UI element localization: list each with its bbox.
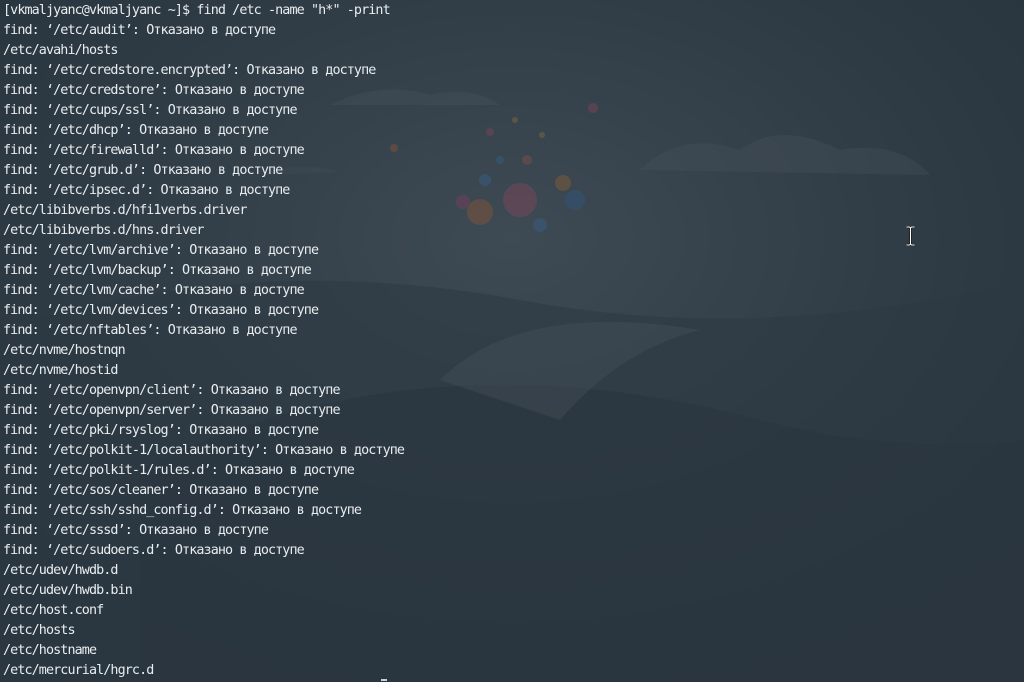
terminal-output-line: /etc/nvme/hostid bbox=[3, 363, 118, 378]
terminal-window[interactable]: [vkmaljyanc@vkmaljyanc ~]$ find /etc -na… bbox=[0, 0, 1024, 682]
terminal-output-line: find: ‘/etc/sos/cleaner’: Отказано в дос… bbox=[3, 483, 319, 498]
ibeam-cursor-icon bbox=[906, 226, 915, 246]
terminal-output-line: find: ‘/etc/ipsec.d’: Отказано в доступе bbox=[3, 183, 290, 198]
terminal-output-line: /etc/udev/hwdb.d bbox=[3, 563, 118, 578]
terminal-output-line: find: ‘/etc/dhcp’: Отказано в доступе bbox=[3, 123, 269, 138]
terminal-output-line: find: ‘/etc/openvpn/server’: Отказано в … bbox=[3, 403, 341, 418]
terminal-output-line: find: ‘/etc/pki/rsyslog’: Отказано в дос… bbox=[3, 423, 319, 438]
terminal-output-line: find: ‘/etc/nftables’: Отказано в доступ… bbox=[3, 323, 298, 338]
terminal-output-line: /etc/libibverbs.d/hns.driver bbox=[3, 223, 204, 238]
terminal-output-line: /etc/avahi/hosts bbox=[3, 43, 118, 58]
terminal-output-line: /etc/nvme/hostnqn bbox=[3, 343, 126, 358]
terminal-output-line: find: ‘/etc/audit’: Отказано в доступе bbox=[3, 23, 276, 38]
terminal-output-line: find: ‘/etc/firewalld’: Отказано в досту… bbox=[3, 143, 305, 158]
terminal-output-line: find: ‘/etc/sudoers.d’: Отказано в досту… bbox=[3, 543, 305, 558]
terminal-output: [vkmaljyanc@vkmaljyanc ~]$ find /etc -na… bbox=[3, 1, 405, 681]
terminal-output-line: /etc/udev/hwdb.bin bbox=[3, 583, 133, 598]
terminal-prompt-line: [vkmaljyanc@vkmaljyanc ~]$ find /etc -na… bbox=[3, 3, 391, 18]
terminal-output-line: /etc/hostname bbox=[3, 643, 97, 658]
terminal-output-line: find: ‘/etc/credstore.encrypted’: Отказа… bbox=[3, 63, 376, 78]
terminal-output-line: /etc/mercurial/hgrc.d bbox=[3, 663, 154, 678]
terminal-output-line: find: ‘/etc/grub.d’: Отказано в доступе bbox=[3, 163, 283, 178]
terminal-output-line: find: ‘/etc/lvm/backup’: Отказано в дост… bbox=[3, 263, 312, 278]
terminal-output-line: /etc/host.conf bbox=[3, 603, 104, 618]
terminal-output-line: find: ‘/etc/lvm/archive’: Отказано в дос… bbox=[3, 243, 319, 258]
terminal-output-line: find: ‘/etc/polkit-1/rules.d’: Отказано … bbox=[3, 463, 355, 478]
terminal-output-line: find: ‘/etc/ssh/sshd_config.d’: Отказано… bbox=[3, 503, 362, 518]
terminal-output-line: find: ‘/etc/lvm/cache’: Отказано в досту… bbox=[3, 283, 305, 298]
text-cursor-marker bbox=[381, 679, 387, 681]
terminal-output-line: find: ‘/etc/lvm/devices’: Отказано в дос… bbox=[3, 303, 319, 318]
terminal-output-line: find: ‘/etc/credstore’: Отказано в досту… bbox=[3, 83, 305, 98]
terminal-output-line: /etc/libibverbs.d/hfi1verbs.driver bbox=[3, 203, 247, 218]
terminal-output-line: /etc/hosts bbox=[3, 623, 76, 638]
terminal-output-line: find: ‘/etc/polkit-1/localauthority’: От… bbox=[3, 443, 405, 458]
terminal-output-line: find: ‘/etc/cups/ssl’: Отказано в доступ… bbox=[3, 103, 298, 118]
terminal-output-line: find: ‘/etc/openvpn/client’: Отказано в … bbox=[3, 383, 341, 398]
terminal-output-line: find: ‘/etc/sssd’: Отказано в доступе bbox=[3, 523, 269, 538]
